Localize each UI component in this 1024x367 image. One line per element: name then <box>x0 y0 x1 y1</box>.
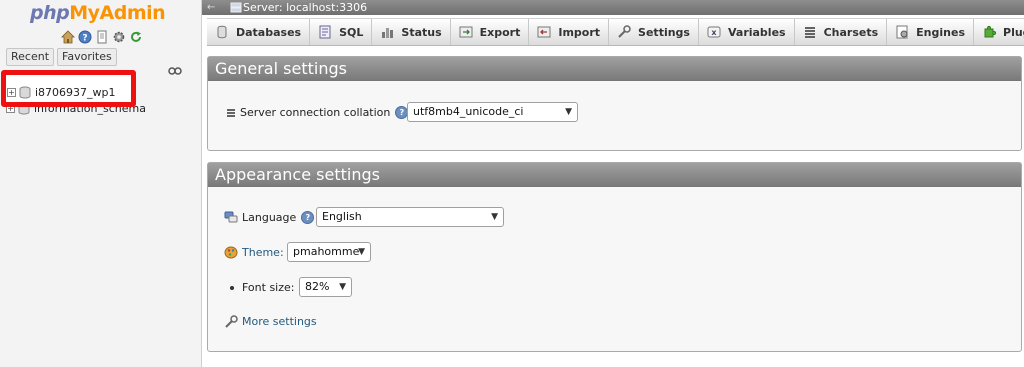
tab-label: Settings <box>638 25 690 39</box>
recent-tab[interactable]: Recent <box>6 48 55 66</box>
nav-tabs: Recent Favorites <box>6 48 117 66</box>
highlight-annotation: + i8706937_wp1 <box>1 70 136 107</box>
tab-status[interactable]: Status <box>372 19 451 45</box>
chevron-down-icon: ▼ <box>491 212 498 222</box>
engines-icon <box>895 25 909 39</box>
docs-icon[interactable] <box>95 30 109 44</box>
tab-label: SQL <box>339 25 364 39</box>
variables-icon: x <box>707 25 721 39</box>
tab-plugins[interactable]: Plugins <box>974 19 1024 45</box>
bullet-icon <box>230 285 234 290</box>
help-icon[interactable]: ? <box>78 30 92 44</box>
tab-label: Status <box>401 25 442 39</box>
tab-engines[interactable]: Engines <box>887 19 975 45</box>
logo-php-text: php <box>30 2 70 24</box>
svg-text:x: x <box>711 28 717 37</box>
tab-label: Plugins <box>1003 25 1024 39</box>
theme-value: pmahomme <box>293 245 360 258</box>
wrench-icon <box>225 315 238 328</box>
language-label: Language <box>242 211 297 224</box>
general-settings-panel: General settings Server connection colla… <box>207 56 1022 151</box>
phpmyadmin-logo[interactable]: phpMyAdmin <box>30 0 166 26</box>
server-label[interactable]: Server: localhost:3306 <box>243 0 367 15</box>
expand-icon[interactable]: + <box>7 87 16 97</box>
tab-charsets[interactable]: Charsets <box>795 19 888 45</box>
reload-icon[interactable] <box>129 30 143 44</box>
logo-myadmin-text: MyAdmin <box>69 2 166 24</box>
tab-label: Databases <box>236 25 302 39</box>
panel-title: General settings <box>208 57 1021 81</box>
collation-select[interactable]: utf8mb4_unicode_ci ▼ <box>407 102 578 122</box>
language-select[interactable]: English ▼ <box>316 207 504 227</box>
status-icon <box>380 25 394 39</box>
tab-settings[interactable]: Settings <box>609 19 699 45</box>
favorites-tab[interactable]: Favorites <box>57 48 117 66</box>
language-icon <box>224 211 238 223</box>
collapse-nav-icon[interactable]: ← <box>207 0 215 15</box>
tab-label: Charsets <box>823 25 879 39</box>
database-item[interactable]: + i8706937_wp1 <box>7 84 116 100</box>
server-breadcrumb-bar: ← Server: localhost:3306 <box>202 0 1024 15</box>
language-value: English <box>322 210 362 223</box>
server-icon <box>230 2 242 13</box>
tab-export[interactable]: Export <box>451 19 530 45</box>
tab-import[interactable]: Import <box>529 19 610 45</box>
theme-select[interactable]: pmahomme ▼ <box>287 242 371 262</box>
font-size-value: 82% <box>305 280 330 293</box>
chevron-down-icon: ▼ <box>339 282 346 292</box>
collation-value: utf8mb4_unicode_ci <box>413 105 524 118</box>
help-icon[interactable]: ? <box>301 211 315 224</box>
sql-icon <box>318 25 332 39</box>
home-icon[interactable] <box>61 30 75 44</box>
font-size-row: Font size: <box>230 281 294 294</box>
panel-title: Appearance settings <box>208 163 1021 187</box>
chevron-down-icon: ▼ <box>565 107 572 117</box>
tab-sql[interactable]: SQL <box>310 19 373 45</box>
font-size-label: Font size: <box>242 281 295 294</box>
collation-row: Server connection collation ? : <box>226 106 415 119</box>
settings-icon <box>617 25 631 39</box>
tab-label: Engines <box>916 25 966 39</box>
tab-label: Import <box>558 25 601 39</box>
databases-icon <box>215 25 229 39</box>
language-row: Language ? <box>224 211 315 224</box>
database-name[interactable]: i8706937_wp1 <box>35 86 116 99</box>
navigation-panel: phpMyAdmin ? Recent Favorites + informat… <box>0 0 202 367</box>
charsets-icon <box>803 25 817 39</box>
appearance-settings-panel: Appearance settings Language ? English ▼… <box>207 162 1022 352</box>
settings-icon[interactable] <box>112 30 126 44</box>
link-icon[interactable] <box>168 66 182 76</box>
database-icon <box>19 86 31 98</box>
theme-row: Theme: <box>224 246 284 259</box>
tab-label: Variables <box>727 25 786 39</box>
import-icon <box>537 25 551 39</box>
font-size-select[interactable]: 82% ▼ <box>299 277 352 297</box>
tab-databases[interactable]: Databases <box>207 19 311 45</box>
collation-label: Server connection collation <box>240 106 391 119</box>
tab-variables[interactable]: x Variables <box>699 19 795 45</box>
palette-icon <box>224 246 238 259</box>
theme-link[interactable]: Theme: <box>242 246 284 259</box>
tab-label: Export <box>479 25 521 39</box>
svg-text:?: ? <box>82 34 87 44</box>
nav-icon-bar: ? <box>61 30 143 44</box>
list-icon <box>227 108 235 117</box>
more-settings-row: More settings <box>224 315 317 328</box>
main-menu: Databases SQL Status Export Import Setti… <box>207 18 1024 46</box>
export-icon <box>459 25 473 39</box>
plugins-icon <box>982 25 997 39</box>
more-settings-link[interactable]: More settings <box>242 315 317 328</box>
chevron-down-icon: ▼ <box>358 247 365 257</box>
